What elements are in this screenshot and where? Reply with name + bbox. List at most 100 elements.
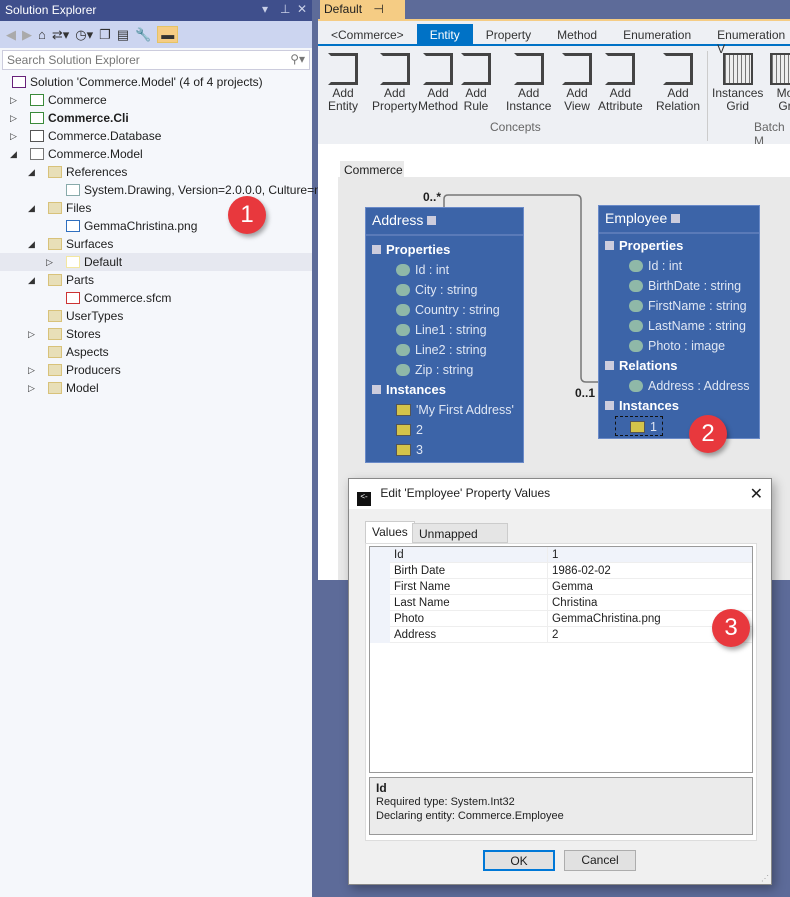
tree-item[interactable]: ▷ Model: [0, 379, 312, 397]
collapse-icon[interactable]: [605, 241, 614, 250]
ribbon-button-instances-grid[interactable]: Instances Grid: [712, 53, 763, 113]
tree-item[interactable]: Solution 'Commerce.Model' (4 of 4 projec…: [0, 73, 312, 91]
relation-item[interactable]: Address : Address: [599, 376, 759, 396]
tab-enumeration-values[interactable]: Enumeration V: [704, 24, 790, 56]
tree-item[interactable]: ◢ Surfaces: [0, 235, 312, 253]
tab-method[interactable]: Method: [544, 24, 610, 44]
collapsed-arrow-icon[interactable]: ▷: [46, 253, 56, 271]
close-icon[interactable]: ✕: [297, 2, 307, 16]
property-item[interactable]: Line2 : string: [366, 340, 523, 360]
tree-item[interactable]: ▷ Commerce.Database: [0, 127, 312, 145]
collapsed-arrow-icon[interactable]: ▷: [28, 361, 38, 379]
preview-toggle-icon[interactable]: ▬: [157, 26, 179, 43]
pin-icon[interactable]: ⊣: [373, 2, 383, 16]
grid-row[interactable]: Birth Date 1986-02-02: [390, 563, 752, 579]
collapse-all-icon[interactable]: ❐: [99, 27, 111, 43]
tab-enumeration[interactable]: Enumeration: [610, 24, 704, 44]
collapse-icon[interactable]: [372, 245, 381, 254]
property-item[interactable]: FirstName : string: [599, 296, 759, 316]
search-input[interactable]: Search Solution Explorer ⚲▾: [2, 50, 310, 70]
expanded-arrow-icon[interactable]: ◢: [28, 163, 38, 181]
tab-commerce[interactable]: <Commerce>: [318, 24, 417, 44]
tree-item[interactable]: Commerce.sfcm: [0, 289, 312, 307]
entity-address[interactable]: Address Properties Id : int City : string…: [365, 207, 524, 463]
property-value[interactable]: Christina: [552, 595, 597, 611]
collapsed-arrow-icon[interactable]: ▷: [10, 91, 20, 109]
ribbon-button-add-view[interactable]: Add View: [562, 53, 592, 113]
ribbon-button-add-rule[interactable]: Add Rule: [461, 53, 491, 113]
property-value[interactable]: 1986-02-02: [552, 563, 611, 579]
collapsed-arrow-icon[interactable]: ▷: [28, 379, 38, 397]
grid-row[interactable]: Id 1: [390, 547, 752, 563]
tab-unmapped-values[interactable]: Unmapped Values: [412, 523, 508, 555]
ribbon-button-add-entity[interactable]: Add Entity: [328, 53, 358, 113]
tree-item[interactable]: ▷ Producers: [0, 361, 312, 379]
property-item[interactable]: Id : int: [366, 260, 523, 280]
dropdown-icon[interactable]: ▾: [262, 2, 268, 16]
grid-row[interactable]: Last Name Christina: [390, 595, 752, 611]
ribbon-button-add-method[interactable]: Add Method: [418, 53, 458, 113]
collapse-icon[interactable]: [605, 401, 614, 410]
instance-item[interactable]: 3: [366, 440, 523, 460]
ribbon-button-add-relation[interactable]: Add Relation: [656, 53, 700, 113]
entity-employee[interactable]: Employee Properties Id : int BirthDate : …: [598, 205, 760, 439]
collapse-icon[interactable]: [605, 361, 614, 370]
collapsed-arrow-icon[interactable]: ▷: [10, 127, 20, 145]
grid-row[interactable]: First Name Gemma: [390, 579, 752, 595]
property-item[interactable]: Photo : image: [599, 336, 759, 356]
home-icon[interactable]: ⌂: [38, 27, 46, 42]
switch-views-icon[interactable]: ⇄▾: [52, 27, 69, 43]
property-value[interactable]: Gemma: [552, 579, 593, 595]
ribbon-button-model-grid[interactable]: Mo Gr: [770, 53, 790, 113]
cancel-button[interactable]: Cancel: [564, 850, 636, 871]
property-item[interactable]: Zip : string: [366, 360, 523, 380]
resize-grip[interactable]: ⋰: [761, 874, 769, 883]
expanded-arrow-icon[interactable]: ◢: [28, 199, 38, 217]
close-icon[interactable]: ✕: [750, 484, 763, 504]
collapsed-arrow-icon[interactable]: ▷: [10, 109, 20, 127]
tree-item[interactable]: ◢ Commerce.Model: [0, 145, 312, 163]
pin-icon[interactable]: ⊥: [280, 2, 290, 16]
tree-item[interactable]: ◢ References: [0, 163, 312, 181]
ribbon-button-add-property[interactable]: Add Property: [372, 53, 417, 113]
properties-wrench-icon[interactable]: 🔧: [135, 27, 151, 43]
tree-item[interactable]: ▷ Stores: [0, 325, 312, 343]
tree-item[interactable]: ▷ Commerce.Cli: [0, 109, 312, 127]
tree-item[interactable]: ◢ Parts: [0, 271, 312, 289]
expanded-arrow-icon[interactable]: ◢: [28, 235, 38, 253]
grid-row[interactable]: Photo GemmaChristina.png: [390, 611, 752, 627]
instance-item[interactable]: 'My First Address': [366, 400, 523, 420]
property-value[interactable]: 2: [552, 627, 558, 643]
tree-item[interactable]: Aspects: [0, 343, 312, 361]
instance-item-selected[interactable]: 1: [615, 416, 663, 436]
expanded-arrow-icon[interactable]: ◢: [28, 271, 38, 289]
property-grid[interactable]: Id 1 Birth Date 1986-02-02 First Name Gemma La…: [369, 546, 753, 773]
tree-item[interactable]: UserTypes: [0, 307, 312, 325]
property-item[interactable]: LastName : string: [599, 316, 759, 336]
back-icon[interactable]: ◀: [6, 27, 16, 43]
expanded-arrow-icon[interactable]: ◢: [10, 145, 20, 163]
document-tab-default[interactable]: Default ⊣ ✕: [320, 0, 405, 30]
ribbon-button-add-instance[interactable]: Add Instance: [506, 53, 551, 113]
ok-button[interactable]: OK: [483, 850, 555, 871]
ribbon-button-add-attribute[interactable]: Add Attribute: [598, 53, 643, 113]
tree-item[interactable]: ▷ Default: [0, 253, 312, 271]
property-item[interactable]: Line1 : string: [366, 320, 523, 340]
tab-values[interactable]: Values: [365, 521, 415, 544]
property-item[interactable]: BirthDate : string: [599, 276, 759, 296]
tree-item[interactable]: ▷ Commerce: [0, 91, 312, 109]
grid-row[interactable]: Address 2: [390, 627, 752, 643]
show-all-files-icon[interactable]: ▤: [117, 27, 129, 43]
property-item[interactable]: Country : string: [366, 300, 523, 320]
instance-item[interactable]: 2: [366, 420, 523, 440]
tree-item[interactable]: System.Drawing, Version=2.0.0.0, Culture…: [0, 181, 321, 199]
pending-changes-icon[interactable]: ◷▾: [75, 27, 93, 43]
collapse-icon[interactable]: [427, 216, 437, 225]
collapse-icon[interactable]: [671, 214, 681, 223]
tab-property[interactable]: Property: [473, 24, 544, 44]
collapse-icon[interactable]: [372, 385, 381, 394]
property-value[interactable]: 1: [552, 547, 558, 563]
property-item[interactable]: Id : int: [599, 256, 759, 276]
tab-entity[interactable]: Entity: [416, 24, 473, 44]
property-value[interactable]: GemmaChristina.png: [552, 611, 661, 627]
